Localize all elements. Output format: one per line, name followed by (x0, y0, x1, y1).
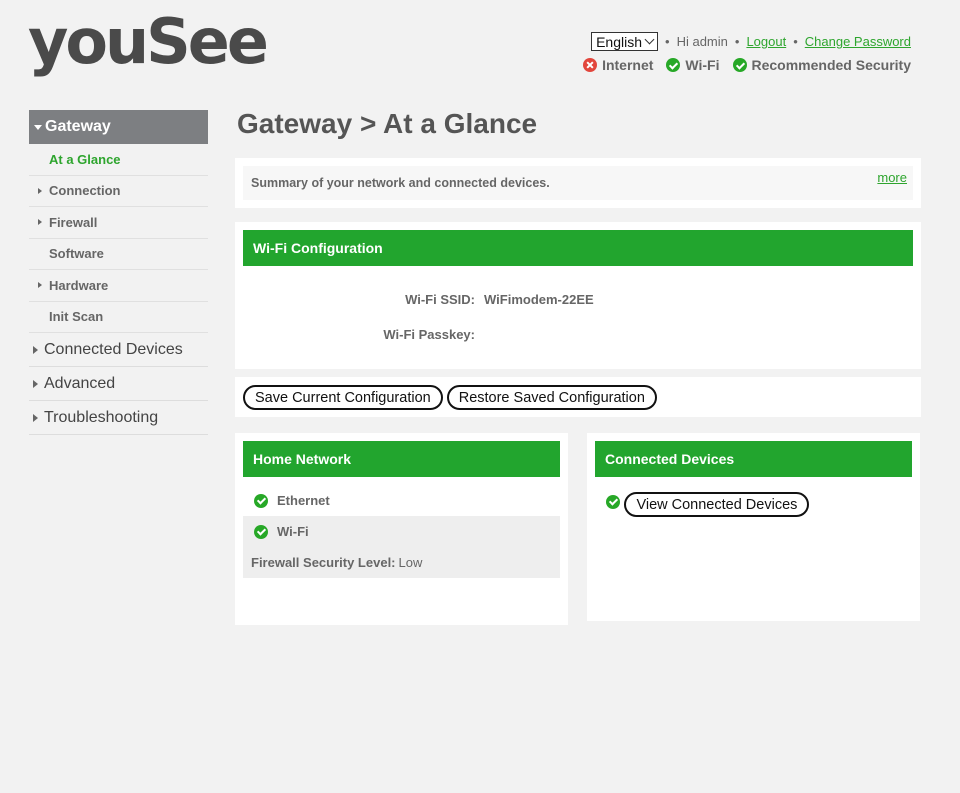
firewall-level-row: Firewall Security Level: Low (243, 547, 560, 578)
check-circle-icon (254, 524, 268, 539)
status-security: Recommended Security (732, 57, 912, 73)
home-network-card: Home Network Ethernet Wi-Fi Firewall Sec… (235, 433, 568, 625)
greeting: Hi admin (676, 34, 728, 49)
wifi-configuration-heading: Wi-Fi Configuration (243, 230, 913, 266)
top-bar: English • Hi admin • Logout • Change Pas… (591, 32, 911, 51)
sidebar-item-software[interactable]: Software (29, 239, 208, 270)
page-title: Gateway > At a Glance (237, 108, 538, 139)
summary-box: Summary of your network and connected de… (243, 166, 913, 200)
sidebar-item-connection[interactable]: Connection (29, 176, 208, 207)
sidebar-item-advanced[interactable]: Advanced (29, 367, 208, 401)
home-network-heading: Home Network (243, 441, 560, 477)
wifi-firewall-box: Wi-Fi Firewall Security Level: Low (243, 516, 560, 578)
status-bar: Internet Wi-Fi Recommended Security (570, 57, 911, 73)
separator-dot: • (665, 34, 670, 49)
caret-down-icon (34, 124, 42, 130)
sidebar-item-troubleshooting[interactable]: Troubleshooting (29, 401, 208, 435)
sidebar-item-at-a-glance[interactable]: At a Glance (29, 144, 208, 176)
sidebar-item-gateway[interactable]: Gateway (29, 110, 208, 144)
status-label: Recommended Security (751, 57, 912, 73)
sidebar-item-label: Hardware (49, 277, 109, 293)
sidebar-item-label: At a Glance (49, 151, 121, 167)
configuration-buttons: Save Current Configuration Restore Saved… (235, 377, 921, 417)
change-password-link[interactable]: Change Password (805, 34, 911, 49)
sidebar-item-label: Connected Devices (44, 340, 183, 358)
status-wifi: Wi-Fi (666, 57, 720, 73)
language-value: English (596, 33, 643, 50)
wifi-label: Wi-Fi (277, 524, 309, 539)
caret-right-icon (33, 379, 38, 388)
ethernet-label: Ethernet (277, 493, 330, 508)
ethernet-status-row: Ethernet (243, 485, 560, 516)
separator-dot: • (734, 34, 740, 49)
check-circle-icon (732, 58, 747, 72)
status-internet: Internet (583, 57, 653, 73)
wifi-ssid-value: WiFimodem-22EE (484, 292, 594, 307)
connected-devices-card: Connected Devices View Connected Devices (587, 433, 920, 621)
status-label: Internet (602, 57, 654, 73)
check-circle-icon (666, 58, 681, 72)
caret-right-icon (33, 345, 38, 354)
view-connected-devices-button[interactable]: View Connected Devices (624, 492, 810, 517)
sidebar-item-label: Advanced (44, 374, 116, 392)
restore-configuration-button[interactable]: Restore Saved Configuration (446, 385, 657, 410)
separator-dot: • (793, 34, 798, 49)
sidebar-item-label: Firewall (49, 214, 98, 230)
check-circle-icon (606, 494, 620, 509)
status-label: Wi-Fi (685, 57, 720, 73)
caret-right-icon (38, 187, 42, 194)
x-circle-icon (583, 58, 598, 72)
sidebar-item-label: Software (49, 246, 104, 262)
wifi-configuration-card: Wi-Fi Configuration Wi-Fi SSID: WiFimodem… (235, 222, 921, 369)
connected-devices-heading: Connected Devices (595, 441, 912, 477)
sidebar-item-init-scan[interactable]: Init Scan (29, 302, 208, 333)
check-circle-icon (254, 493, 268, 508)
save-configuration-button[interactable]: Save Current Configuration (243, 385, 443, 410)
yousee-logo: youSee (28, 5, 269, 78)
wifi-status-row: Wi-Fi (243, 516, 560, 547)
chevron-down-icon (644, 34, 655, 45)
language-select[interactable]: English (591, 32, 659, 51)
sidebar-item-connected-devices[interactable]: Connected Devices (29, 333, 208, 367)
more-link[interactable]: more (877, 170, 907, 185)
sidebar-item-label: Connection (49, 183, 121, 199)
caret-right-icon (38, 282, 42, 289)
firewall-level-label: Firewall Security Level: (251, 555, 396, 570)
sidebar-item-label: Troubleshooting (44, 408, 159, 426)
sidebar-item-firewall[interactable]: Firewall (29, 207, 208, 239)
wifi-passkey-row: Wi-Fi Passkey: (243, 327, 484, 342)
logout-link[interactable]: Logout (746, 34, 786, 49)
wifi-ssid-row: Wi-Fi SSID: WiFimodem-22EE (243, 292, 594, 307)
sidebar-item-label: Gateway (45, 118, 111, 135)
firewall-level-value: Low (398, 555, 423, 570)
sidebar-item-hardware[interactable]: Hardware (29, 270, 208, 302)
caret-right-icon (38, 219, 42, 226)
wifi-ssid-label: Wi-Fi SSID: (405, 292, 475, 307)
summary-card: Summary of your network and connected de… (235, 158, 921, 208)
caret-right-icon (33, 413, 38, 422)
sidebar-item-label: Init Scan (49, 309, 104, 325)
sidebar-nav: Gateway At a Glance Connection Firewall … (29, 110, 208, 435)
wifi-passkey-label: Wi-Fi Passkey: (383, 327, 475, 342)
summary-text: Summary of your network and connected de… (251, 176, 550, 190)
